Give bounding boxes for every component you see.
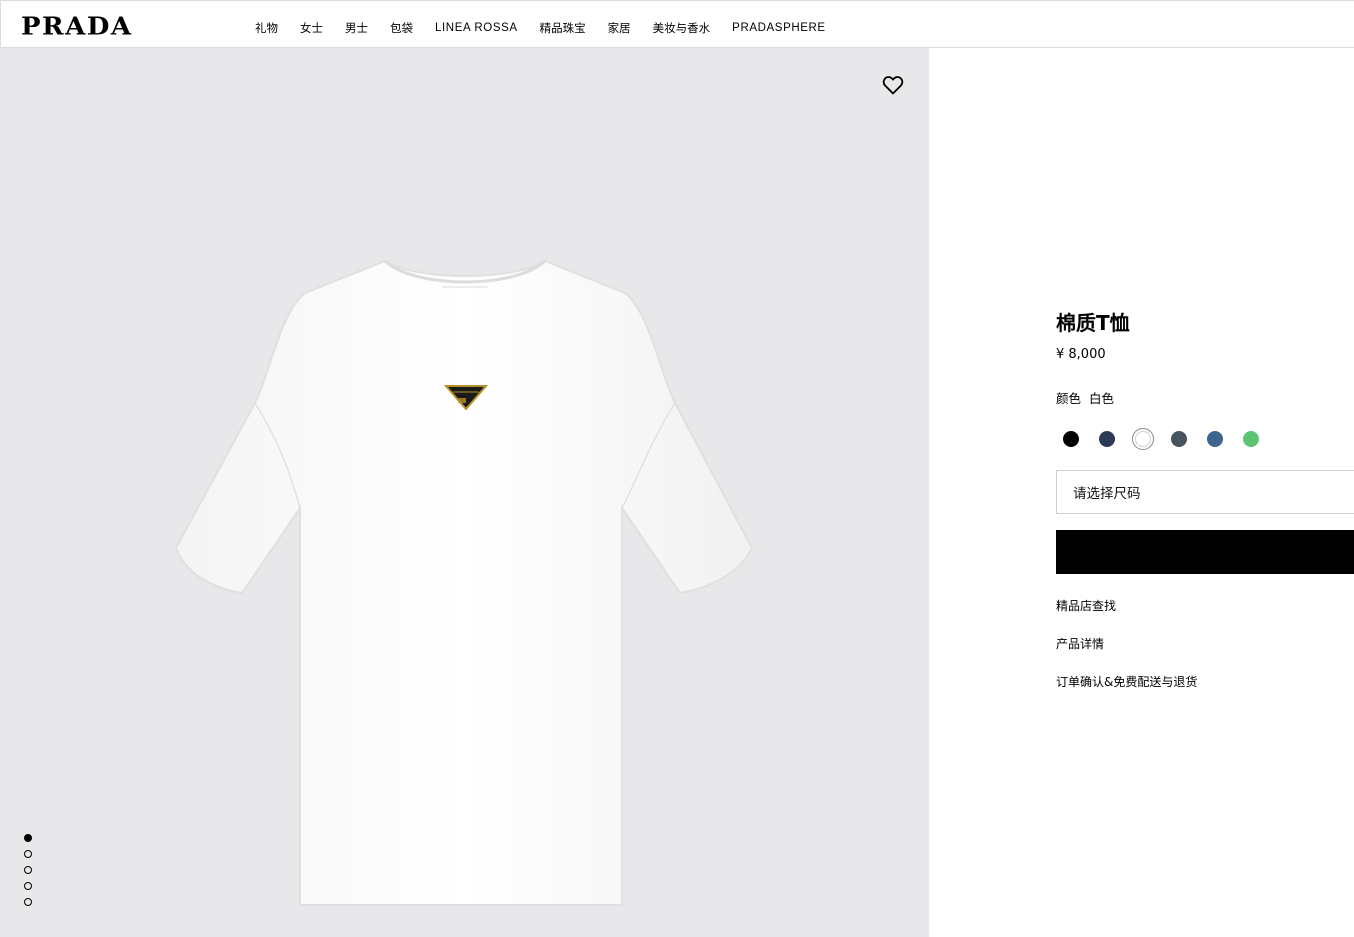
nav-item-gifts[interactable]: 礼物: [255, 20, 278, 36]
swatch-white[interactable]: [1132, 428, 1154, 450]
nav-item-pradasphere[interactable]: PRADASPHERE: [732, 20, 826, 36]
swatch-green[interactable]: [1240, 428, 1262, 450]
shipping-returns-link[interactable]: 订单确认&免费配送与退货: [1056, 674, 1354, 690]
gallery-dot-3[interactable]: [24, 866, 32, 874]
swatch-navy[interactable]: [1096, 428, 1118, 450]
nav-item-men[interactable]: 男士: [345, 20, 368, 36]
add-to-cart-button[interactable]: [1056, 530, 1354, 574]
nav-item-women[interactable]: 女士: [300, 20, 323, 36]
size-select-placeholder: 请选择尺码: [1073, 486, 1141, 502]
product-image-tshirt: [174, 259, 754, 906]
color-value: 白色: [1089, 391, 1115, 406]
nav-item-bags[interactable]: 包袋: [390, 20, 413, 36]
swatch-slate[interactable]: [1168, 428, 1190, 450]
prada-logo[interactable]: PRADA: [21, 14, 133, 40]
nav-item-home[interactable]: 家居: [608, 20, 631, 36]
nav-item-linea-rossa[interactable]: LINEA ROSSA: [435, 20, 518, 36]
gallery-pagination: [24, 834, 32, 906]
color-label: 颜色: [1056, 391, 1082, 406]
product-price: ¥ 8,000: [1056, 347, 1106, 362]
gallery-dot-4[interactable]: [24, 882, 32, 890]
gallery-dot-2[interactable]: [24, 850, 32, 858]
size-select[interactable]: 请选择尺码: [1056, 470, 1354, 514]
product-image-gallery[interactable]: [0, 48, 929, 937]
swatch-black[interactable]: [1060, 428, 1082, 450]
color-swatches: [1056, 428, 1354, 450]
nav-item-beauty-fragrance[interactable]: 美妆与香水: [653, 20, 711, 36]
nav-item-fine-jewelry[interactable]: 精品珠宝: [540, 20, 586, 36]
gallery-dot-5[interactable]: [24, 898, 32, 906]
product-title: 棉质T恤: [1056, 311, 1130, 335]
swatch-blue[interactable]: [1204, 428, 1226, 450]
product-details-link[interactable]: 产品详情: [1056, 636, 1354, 652]
gallery-dot-1[interactable]: [24, 834, 32, 842]
color-selection-label: 颜色 白色: [1056, 390, 1354, 408]
heart-outline-icon[interactable]: [881, 73, 905, 97]
store-locator-link[interactable]: 精品店查找: [1056, 598, 1354, 614]
site-header: PRADA 礼物 女士 男士 包袋 LINEA ROSSA 精品珠宝 家居 美妆…: [0, 0, 1354, 48]
main-nav: 礼物 女士 男士 包袋 LINEA ROSSA 精品珠宝 家居 美妆与香水 PR…: [255, 20, 826, 36]
product-info-panel: 棉质T恤 ¥ 8,000 颜色 白色 请选择尺码 精品店查找 产品详情 订单确认…: [1056, 310, 1354, 690]
